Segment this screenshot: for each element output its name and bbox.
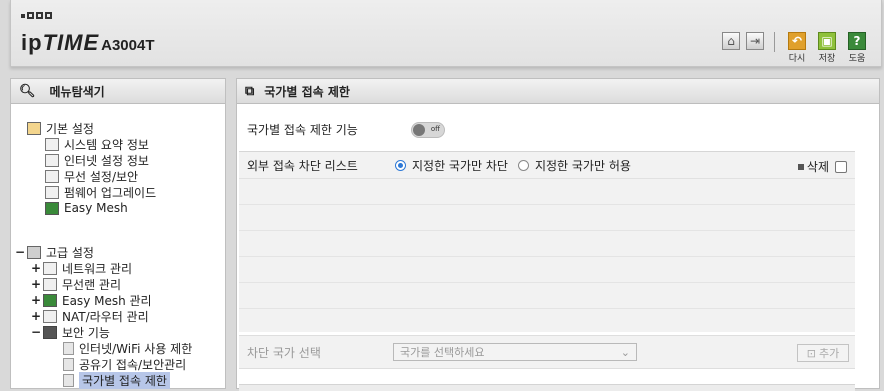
country-select-label: 차단 국가 선택 bbox=[247, 345, 321, 360]
tree-item-country-block[interactable]: 국가별 접속 제한 bbox=[63, 371, 170, 389]
home-icon[interactable]: ⌂ bbox=[722, 32, 740, 50]
page-icon bbox=[63, 357, 74, 371]
block-list-label: 외부 접속 차단 리스트 bbox=[247, 158, 358, 173]
add-button[interactable]: ⊡ 추가 bbox=[797, 344, 849, 362]
logo-dots-icon bbox=[21, 12, 52, 19]
undo-icon: ↶ bbox=[788, 32, 806, 50]
list-row bbox=[239, 257, 855, 283]
feature-row: 국가별 접속 제한 기능 off bbox=[247, 121, 445, 138]
content-header: ⧉ 국가별 접속 제한 bbox=[237, 79, 879, 104]
undo-button[interactable]: ↶ 다시 bbox=[785, 32, 809, 64]
chevron-down-icon: ⌄ bbox=[620, 345, 630, 359]
list-row bbox=[239, 231, 855, 257]
tree-basic-settings[interactable]: 기본 설정 bbox=[27, 120, 94, 136]
folder-icon bbox=[27, 121, 41, 135]
expand-toggle[interactable]: + bbox=[31, 293, 41, 307]
chart-icon bbox=[45, 137, 59, 151]
menu-explorer-header: 🔍︎ 메뉴탐색기 bbox=[11, 79, 225, 104]
block-list: 외부 접속 차단 리스트 지정한 국가만 차단 지정한 국가만 허용 삭제 bbox=[239, 151, 855, 332]
wifi-icon bbox=[43, 277, 57, 291]
monitor-icon bbox=[45, 153, 59, 167]
folder-icon bbox=[27, 245, 41, 259]
radio-block-selected[interactable]: 지정한 국가만 차단 bbox=[395, 157, 508, 174]
save-button[interactable]: ▣ 저장 bbox=[815, 32, 839, 64]
radio-unchecked-icon[interactable] bbox=[517, 159, 529, 171]
tree-item-router-access-security[interactable]: 공유기 접속/보안관리 bbox=[63, 356, 186, 372]
list-row bbox=[239, 283, 855, 309]
page-title: 국가별 접속 제한 bbox=[264, 84, 350, 99]
menu-explorer-title: 메뉴탐색기 bbox=[49, 84, 105, 99]
tree-item-firmware-upgrade[interactable]: 펌웨어 업그레이드 bbox=[45, 184, 156, 200]
feature-toggle[interactable]: off bbox=[411, 121, 445, 138]
lock-icon bbox=[43, 325, 57, 339]
expand-toggle[interactable]: + bbox=[31, 277, 41, 291]
tree-item-easy-mesh-admin[interactable]: + Easy Mesh 관리 bbox=[31, 292, 152, 308]
help-button[interactable]: ? 도움 bbox=[845, 32, 869, 64]
toolbar-divider bbox=[774, 32, 775, 52]
feature-label: 국가별 접속 제한 기능 bbox=[247, 123, 358, 137]
add-icon: ⊡ bbox=[806, 346, 816, 360]
router-icon bbox=[43, 309, 57, 323]
list-row bbox=[239, 205, 855, 231]
logout-icon[interactable]: ⇥ bbox=[746, 32, 764, 50]
bottom-divider bbox=[239, 384, 855, 391]
page-icon bbox=[63, 341, 74, 355]
tree-item-wlan-admin[interactable]: + 무선랜 관리 bbox=[31, 276, 121, 292]
mesh-icon bbox=[45, 201, 59, 215]
expand-toggle[interactable]: + bbox=[31, 261, 41, 275]
toggle-knob bbox=[413, 123, 425, 136]
delete-control[interactable]: 삭제 bbox=[797, 158, 847, 175]
tree-item-internet-info[interactable]: 인터넷 설정 정보 bbox=[45, 152, 149, 168]
tree-item-nat-router[interactable]: + NAT/라우터 관리 bbox=[31, 308, 149, 324]
header-toolbar: ⌂ ⇥ ↶ 다시 ▣ 저장 ? 도움 bbox=[722, 32, 869, 64]
block-list-header: 외부 접속 차단 리스트 지정한 국가만 차단 지정한 국가만 허용 삭제 bbox=[239, 152, 855, 179]
collapse-toggle[interactable]: − bbox=[31, 325, 41, 339]
collapse-toggle[interactable]: − bbox=[15, 245, 25, 259]
menu-explorer-panel: 🔍︎ 메뉴탐색기 기본 설정 시스템 요약 정보 인터넷 설정 정보 무선 설정… bbox=[10, 78, 226, 389]
brand-logo: ipTIME A3004T bbox=[21, 30, 155, 55]
tree-advanced-settings[interactable]: − 고급 설정 bbox=[15, 244, 94, 260]
wifi-icon bbox=[45, 169, 59, 183]
page-icon: ⧉ bbox=[245, 83, 255, 99]
network-icon bbox=[43, 261, 57, 275]
upgrade-icon bbox=[45, 185, 59, 199]
tree-item-wireless-security[interactable]: 무선 설정/보안 bbox=[45, 168, 138, 184]
mesh-icon bbox=[43, 293, 57, 307]
radio-checked-icon[interactable] bbox=[395, 159, 406, 171]
radio-allow-selected[interactable]: 지정한 국가만 허용 bbox=[517, 157, 631, 174]
tree-item-system-summary[interactable]: 시스템 요약 정보 bbox=[45, 136, 149, 152]
app-header: ipTIME A3004T ⌂ ⇥ ↶ 다시 ▣ 저장 ? 도움 bbox=[10, 0, 882, 67]
expand-toggle[interactable]: + bbox=[31, 309, 41, 323]
content-panel: ⧉ 국가별 접속 제한 국가별 접속 제한 기능 off 외부 접속 차단 리스… bbox=[236, 78, 880, 391]
country-select-row: 차단 국가 선택 국가를 선택하세요 ⌄ ⊡ 추가 bbox=[239, 335, 855, 369]
tree-item-easy-mesh[interactable]: Easy Mesh bbox=[45, 200, 128, 216]
tree-item-internet-wifi-limit[interactable]: 인터넷/WiFi 사용 제한 bbox=[63, 340, 192, 356]
country-select[interactable]: 국가를 선택하세요 ⌄ bbox=[393, 343, 637, 361]
list-row bbox=[239, 179, 855, 205]
model-name: A3004T bbox=[101, 37, 155, 54]
page-icon bbox=[63, 373, 74, 387]
tree-item-network-admin[interactable]: + 네트워크 관리 bbox=[31, 260, 132, 276]
save-icon: ▣ bbox=[818, 32, 836, 50]
select-all-checkbox[interactable] bbox=[835, 160, 847, 173]
tree-item-security[interactable]: − 보안 기능 bbox=[31, 324, 110, 340]
magnifier-icon: 🔍︎ bbox=[19, 83, 36, 99]
help-icon: ? bbox=[848, 32, 866, 50]
delete-icon bbox=[797, 163, 804, 170]
